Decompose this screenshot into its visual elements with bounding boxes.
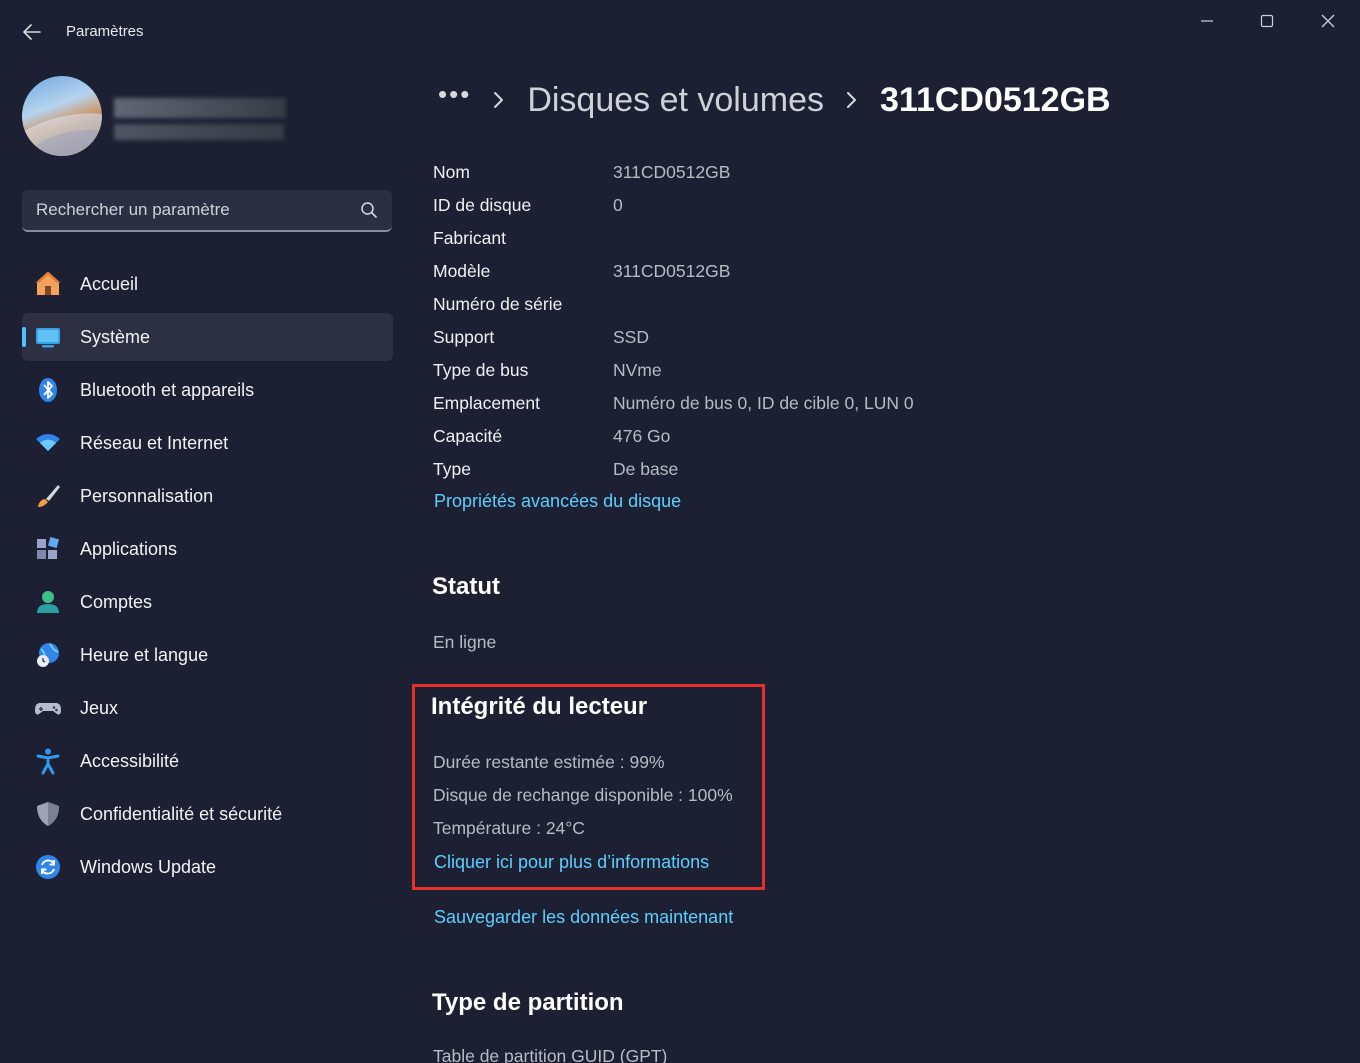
sidebar-nav: Accueil Système Bluetooth et appareils R…	[22, 260, 393, 896]
sidebar-item-label: Comptes	[80, 591, 153, 612]
sidebar-item-jeux[interactable]: Jeux	[22, 684, 393, 732]
advanced-disk-properties-link[interactable]: Propriétés avancées du disque	[434, 491, 681, 512]
status-value: En ligne	[433, 632, 497, 652]
maximize-button[interactable]	[1244, 6, 1290, 36]
sidebar-item-label: Applications	[80, 538, 178, 559]
chevron-right-icon	[493, 91, 505, 109]
property-label: Modèle	[433, 261, 491, 281]
avatar	[22, 76, 102, 156]
estimated-remaining-life: Durée restante estimée : 99%	[433, 752, 665, 772]
sidebar-item-personnalisation[interactable]: Personnalisation	[22, 472, 393, 520]
drive-health-heading: Intégrité du lecteur	[431, 693, 648, 720]
globe-clock-icon	[34, 641, 62, 669]
user-name-redacted	[114, 98, 286, 118]
home-icon	[34, 270, 62, 298]
sidebar-item-label: Windows Update	[80, 856, 217, 877]
minimize-icon	[1201, 20, 1213, 22]
gamepad-icon	[34, 694, 62, 722]
sidebar-item-reseau[interactable]: Réseau et Internet	[22, 419, 393, 467]
more-info-link[interactable]: Cliquer ici pour plus d’informations	[434, 852, 709, 873]
breadcrumb-parent-link[interactable]: Disques et volumes	[527, 81, 824, 120]
sidebar-item-label: Système	[80, 326, 151, 347]
system-icon	[34, 323, 62, 351]
breadcrumb: ••• Disques et volumes 311CD0512GB	[432, 76, 1111, 124]
maximize-icon	[1260, 14, 1274, 28]
sidebar-item-bluetooth[interactable]: Bluetooth et appareils	[22, 366, 393, 414]
property-value: 0	[613, 195, 623, 215]
sidebar-item-confidentialite[interactable]: Confidentialité et sécurité	[22, 790, 393, 838]
sidebar-item-comptes[interactable]: Comptes	[22, 578, 393, 626]
property-value: 476 Go	[613, 426, 671, 446]
sidebar-item-label: Personnalisation	[80, 485, 214, 506]
backup-now-link[interactable]: Sauvegarder les données maintenant	[434, 907, 733, 928]
property-label: Numéro de série	[433, 294, 563, 314]
sidebar-item-heure-langue[interactable]: Heure et langue	[22, 631, 393, 679]
property-value: De base	[613, 459, 679, 479]
property-label: Support	[433, 327, 495, 347]
sidebar-item-applications[interactable]: Applications	[22, 525, 393, 573]
property-label: Type	[433, 459, 471, 479]
brush-icon	[34, 482, 62, 510]
back-arrow-icon	[23, 24, 41, 40]
available-spare: Disque de rechange disponible : 100%	[433, 785, 733, 805]
update-icon	[34, 853, 62, 881]
close-icon	[1321, 14, 1335, 28]
property-label: ID de disque	[433, 195, 532, 215]
property-value: Numéro de bus 0, ID de cible 0, LUN 0	[613, 393, 914, 413]
sidebar-item-accueil[interactable]: Accueil	[22, 260, 393, 308]
property-value: 311CD0512GB	[613, 261, 731, 281]
property-value: SSD	[613, 327, 649, 347]
property-label: Fabricant	[433, 228, 506, 248]
minimize-button[interactable]	[1184, 6, 1230, 36]
bluetooth-icon	[34, 376, 62, 404]
title-bar: Paramètres	[0, 0, 1360, 62]
sidebar-item-label: Confidentialité et sécurité	[80, 803, 283, 824]
sidebar-item-label: Accessibilité	[80, 750, 180, 771]
close-button[interactable]	[1305, 6, 1351, 36]
sidebar-item-windows-update[interactable]: Windows Update	[22, 843, 393, 891]
sidebar-item-accessibilite[interactable]: Accessibilité	[22, 737, 393, 785]
property-label: Capacité	[433, 426, 503, 446]
breadcrumb-more-button[interactable]: •••	[438, 79, 471, 110]
sidebar-item-label: Heure et langue	[80, 644, 209, 665]
search-input[interactable]	[36, 190, 356, 230]
user-email-redacted	[114, 124, 284, 140]
search-icon[interactable]	[360, 201, 378, 219]
person-icon	[34, 588, 62, 616]
apps-icon	[34, 535, 62, 563]
sidebar-item-label: Accueil	[80, 273, 139, 294]
temperature: Température : 24°C	[433, 818, 585, 838]
property-value: NVme	[613, 360, 662, 380]
partition-type-value: Table de partition GUID (GPT)	[433, 1046, 668, 1063]
search-box[interactable]	[22, 190, 392, 232]
shield-icon	[34, 800, 62, 828]
partition-type-heading: Type de partition	[432, 989, 624, 1016]
wifi-icon	[34, 429, 62, 457]
app-title: Paramètres	[66, 23, 144, 40]
sidebar-item-label: Bluetooth et appareils	[80, 379, 255, 400]
page-title: 311CD0512GB	[880, 80, 1111, 119]
sidebar-item-systeme[interactable]: Système	[22, 313, 393, 361]
accessibility-icon	[34, 747, 62, 775]
property-value: 311CD0512GB	[613, 162, 731, 182]
property-label: Emplacement	[433, 393, 540, 413]
sidebar-item-label: Réseau et Internet	[80, 432, 229, 453]
sidebar-item-label: Jeux	[80, 697, 119, 718]
back-button[interactable]	[14, 14, 50, 50]
chevron-right-icon	[846, 91, 858, 109]
status-heading: Statut	[432, 573, 500, 600]
property-label: Type de bus	[433, 360, 529, 380]
property-label: Nom	[433, 162, 470, 182]
